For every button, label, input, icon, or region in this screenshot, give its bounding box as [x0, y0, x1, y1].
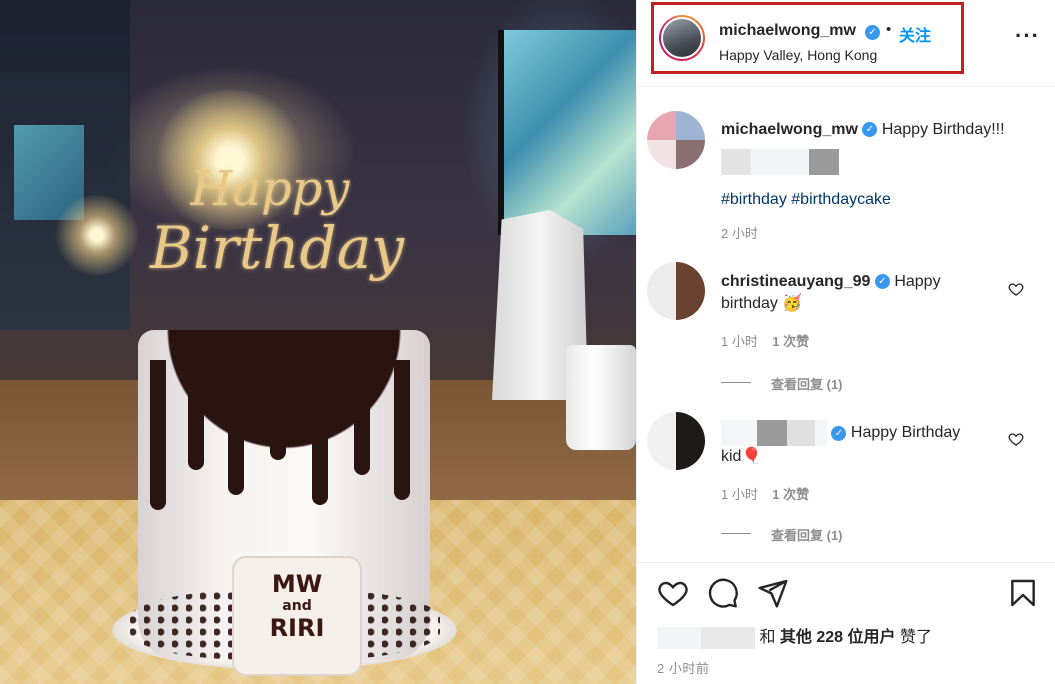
comment-text: Happy	[894, 273, 941, 290]
view-replies-button[interactable]: 查看回复 (1)	[771, 525, 843, 544]
caption-username[interactable]: michaelwong_mw	[721, 121, 858, 138]
verified-badge-icon: ✓	[831, 425, 847, 441]
likes-summary[interactable]: 和 其他 228 位用户 赞了	[657, 623, 932, 649]
caption-text: Happy Birthday!!!	[881, 121, 1005, 138]
cake-topper-line2: Birthday	[150, 214, 405, 282]
header-location[interactable]: Happy Valley, Hong Kong	[719, 47, 877, 63]
post-details-panel: michaelwong_mw ✓ • 关注 Happy Valley, Hong…	[636, 0, 1055, 684]
hashtag-birthdaycake[interactable]: #birthdaycake	[791, 191, 891, 208]
cake-topper: Happy Birthday	[150, 161, 405, 282]
plaque-line1: MW	[271, 570, 323, 598]
comment-time[interactable]: 1 小时	[721, 334, 758, 349]
post-photo[interactable]: Happy Birthday MW and RIRI	[0, 0, 636, 684]
view-replies-button[interactable]: 查看回复 (1)	[771, 374, 843, 393]
hashtag-birthday[interactable]: #birthday	[721, 191, 787, 208]
header-separator: •	[886, 21, 892, 38]
sparkler-glow-small	[52, 195, 142, 275]
comment-2: ✓ Happy Birthday kid🎈 1 小时 1 次赞	[721, 420, 1011, 503]
bookmark-icon[interactable]	[1007, 577, 1039, 609]
more-options-icon[interactable]: ···	[1015, 25, 1039, 52]
caption-redacted	[721, 149, 1041, 175]
comment-likes[interactable]: 1 次赞	[772, 487, 809, 502]
action-bar: 和 其他 228 位用户 赞了 2 小时前	[637, 562, 1055, 684]
likes-suffix: 赞了	[899, 629, 932, 646]
photo-chocolate-drip	[136, 330, 432, 510]
header-avatar[interactable]	[659, 15, 705, 61]
plaque-line2: and	[282, 598, 312, 614]
comment-likes[interactable]: 1 次赞	[772, 334, 809, 349]
comment-avatar[interactable]	[647, 412, 705, 470]
comment-avatar[interactable]	[647, 262, 705, 320]
comment-text-line2: kid🎈	[721, 448, 762, 465]
comment-text: Happy Birthday	[850, 424, 961, 442]
photo-mug	[566, 345, 636, 450]
verified-badge-icon: ✓	[865, 25, 880, 40]
post-header: michaelwong_mw ✓ • 关注 Happy Valley, Hong…	[637, 0, 1055, 87]
view-replies-line	[721, 382, 751, 383]
likes-count[interactable]: 其他 228 位用户	[780, 629, 896, 646]
redacted-username	[721, 420, 757, 446]
comment-icon[interactable]	[707, 577, 739, 609]
send-icon[interactable]	[757, 577, 789, 609]
redacted-liker	[657, 626, 701, 649]
cake-plaque: MW and RIRI	[232, 556, 362, 676]
comment-text-line2: birthday 🥳	[721, 295, 803, 312]
view-replies-line	[721, 533, 751, 534]
caption-avatar[interactable]	[647, 111, 705, 169]
caption-time[interactable]: 2 小时	[721, 223, 1041, 242]
verified-badge-icon: ✓	[862, 122, 878, 138]
follow-button[interactable]: 关注	[899, 22, 931, 46]
header-username[interactable]: michaelwong_mw	[719, 22, 856, 40]
cake-topper-line1: Happy	[190, 161, 350, 217]
comment-username[interactable]: christineauyang_99	[721, 273, 870, 290]
comment-like-heart-icon[interactable]	[1008, 281, 1024, 297]
heart-icon[interactable]	[657, 577, 689, 609]
comment-time[interactable]: 1 小时	[721, 487, 758, 502]
caption: michaelwong_mw ✓ Happy Birthday!!! #birt…	[721, 119, 1041, 242]
verified-badge-icon: ✓	[874, 274, 890, 290]
plaque-line3: RIRI	[269, 614, 325, 642]
comment-1: christineauyang_99 ✓ Happy birthday 🥳 1 …	[721, 271, 1001, 350]
photo-tv	[498, 30, 636, 235]
post-time[interactable]: 2 小时前	[657, 658, 709, 677]
likes-prefix: 和	[759, 629, 776, 646]
comment-like-heart-icon[interactable]	[1008, 431, 1024, 447]
